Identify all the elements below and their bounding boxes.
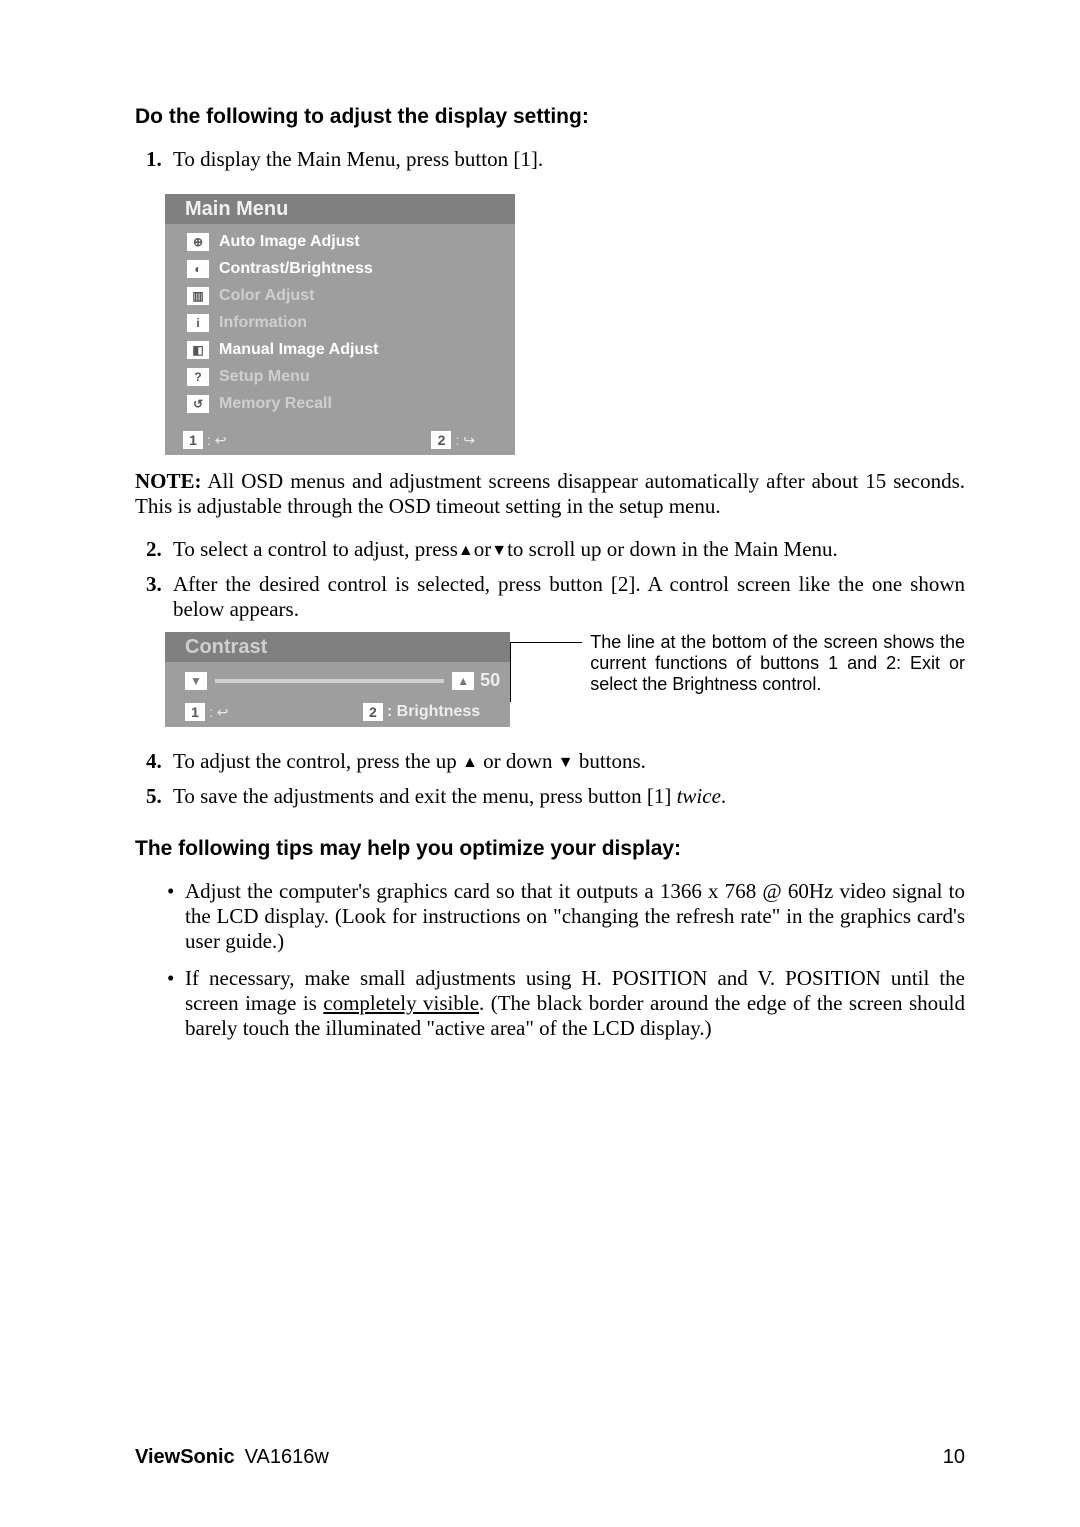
triangle-up-icon: ▲ [458, 542, 474, 560]
step-2-text-a: To select a control to adjust, press [173, 537, 458, 561]
step-4: To adjust the control, press the up ▲ or… [167, 749, 965, 774]
page: Do the following to adjust the display s… [0, 0, 1080, 1527]
triangle-down-icon: ▼ [185, 672, 207, 690]
key-2-icon: 2 [363, 703, 383, 721]
tip-2: If necessary, make small adjustments usi… [167, 966, 965, 1041]
step-1: To display the Main Menu, press button [… [167, 147, 965, 172]
step-2-text-c: to scroll up or down in the Main Menu. [507, 537, 838, 561]
osd-item-label: Memory Recall [219, 395, 332, 413]
enter-icon: : ↪ [455, 432, 475, 449]
callout-content: The line at the bottom of the screen sho… [590, 632, 965, 694]
slider-value: 50 [480, 670, 500, 691]
osd-item-color-adjust: ▥ Color Adjust [169, 282, 511, 309]
info-icon: i [187, 314, 209, 332]
footer-page-number: 10 [943, 1446, 965, 1469]
key-1-icon: 1 [185, 703, 205, 721]
osd-item-setup-menu: ? Setup Menu [169, 363, 511, 390]
osd-item-label: Auto Image Adjust [219, 233, 360, 251]
color-icon: ▥ [187, 287, 209, 305]
osd-item-label: Color Adjust [219, 287, 314, 305]
step-4-text-a: To adjust the control, press the up [173, 749, 462, 773]
osd-footer: 1 : ↩ 2 : ↪ [165, 427, 515, 455]
key-2-icon: 2 [431, 431, 451, 449]
key-2-label: : Brightness [387, 703, 480, 721]
triangle-down-icon: ▼ [491, 542, 507, 560]
footer-brand: ViewSonic [135, 1446, 235, 1468]
osd-item-label: Manual Image Adjust [219, 341, 378, 359]
step-5-text-c: . [721, 784, 726, 808]
question-icon: ? [187, 368, 209, 386]
osd-item-information: i Information [169, 309, 511, 336]
exit-icon: : ↩ [207, 432, 227, 449]
osd-main-title: Main Menu [165, 194, 515, 224]
step-4-text-b: or down [478, 749, 558, 773]
step-5: To save the adjustments and exit the men… [167, 784, 965, 809]
osd-slider-row: ▼ ▲ 50 [165, 662, 510, 699]
note-paragraph: NOTE: All OSD menus and adjustment scree… [135, 469, 965, 519]
slider-track [215, 679, 444, 683]
osd-item-contrast-brightness: ◐ Contrast/Brightness [169, 255, 511, 282]
osd-item-auto-image-adjust: ⊕ Auto Image Adjust [169, 228, 511, 255]
step-2-text-b: or [474, 537, 492, 561]
triangle-up-icon: ▲ [452, 672, 474, 690]
callout-text: The line at the bottom of the screen sho… [590, 632, 965, 695]
osd-item-label: Information [219, 314, 307, 332]
step-5-text-a: To save the adjustments and exit the men… [173, 784, 677, 808]
osd-item-label: Setup Menu [219, 368, 310, 386]
heading-tips: The following tips may help you optimize… [135, 837, 965, 861]
heading-adjust: Do the following to adjust the display s… [135, 105, 965, 129]
tip-1: Adjust the computer's graphics card so t… [167, 879, 965, 954]
recall-icon: ↺ [187, 395, 209, 413]
osd-main-menu: Main Menu ⊕ Auto Image Adjust ◐ Contrast… [165, 194, 965, 455]
osd-contrast-title: Contrast [165, 632, 510, 662]
step-3: After the desired control is selected, p… [167, 572, 965, 622]
tip-2-underline: completely visible [323, 991, 479, 1015]
manual-icon: ◧ [187, 341, 209, 359]
osd-item-label: Contrast/Brightness [219, 260, 373, 278]
triangle-up-icon: ▲ [462, 754, 478, 772]
crosshair-icon: ⊕ [187, 233, 209, 251]
note-label: NOTE: [135, 469, 202, 493]
step-2: To select a control to adjust, press▲or▼… [167, 537, 965, 562]
osd-contrast-footer: 1 : ↩ 2 : Brightness [165, 699, 510, 727]
page-footer: ViewSonic VA1616w 10 [135, 1446, 965, 1469]
triangle-down-icon: ▼ [558, 754, 574, 772]
brightness-icon: ◐ [187, 260, 209, 278]
osd-item-memory-recall: ↺ Memory Recall [169, 390, 511, 417]
footer-model: VA1616w [245, 1446, 329, 1468]
step-5-twice: twice [677, 784, 721, 808]
step-4-text-c: buttons. [574, 749, 646, 773]
note-text: All OSD menus and adjustment screens dis… [135, 469, 965, 518]
exit-icon: : ↩ [209, 704, 229, 721]
key-1-icon: 1 [183, 431, 203, 449]
osd-contrast-menu: Contrast ▼ ▲ 50 1 : ↩ 2 : Brightness [165, 632, 510, 727]
osd-item-manual-image-adjust: ◧ Manual Image Adjust [169, 336, 511, 363]
